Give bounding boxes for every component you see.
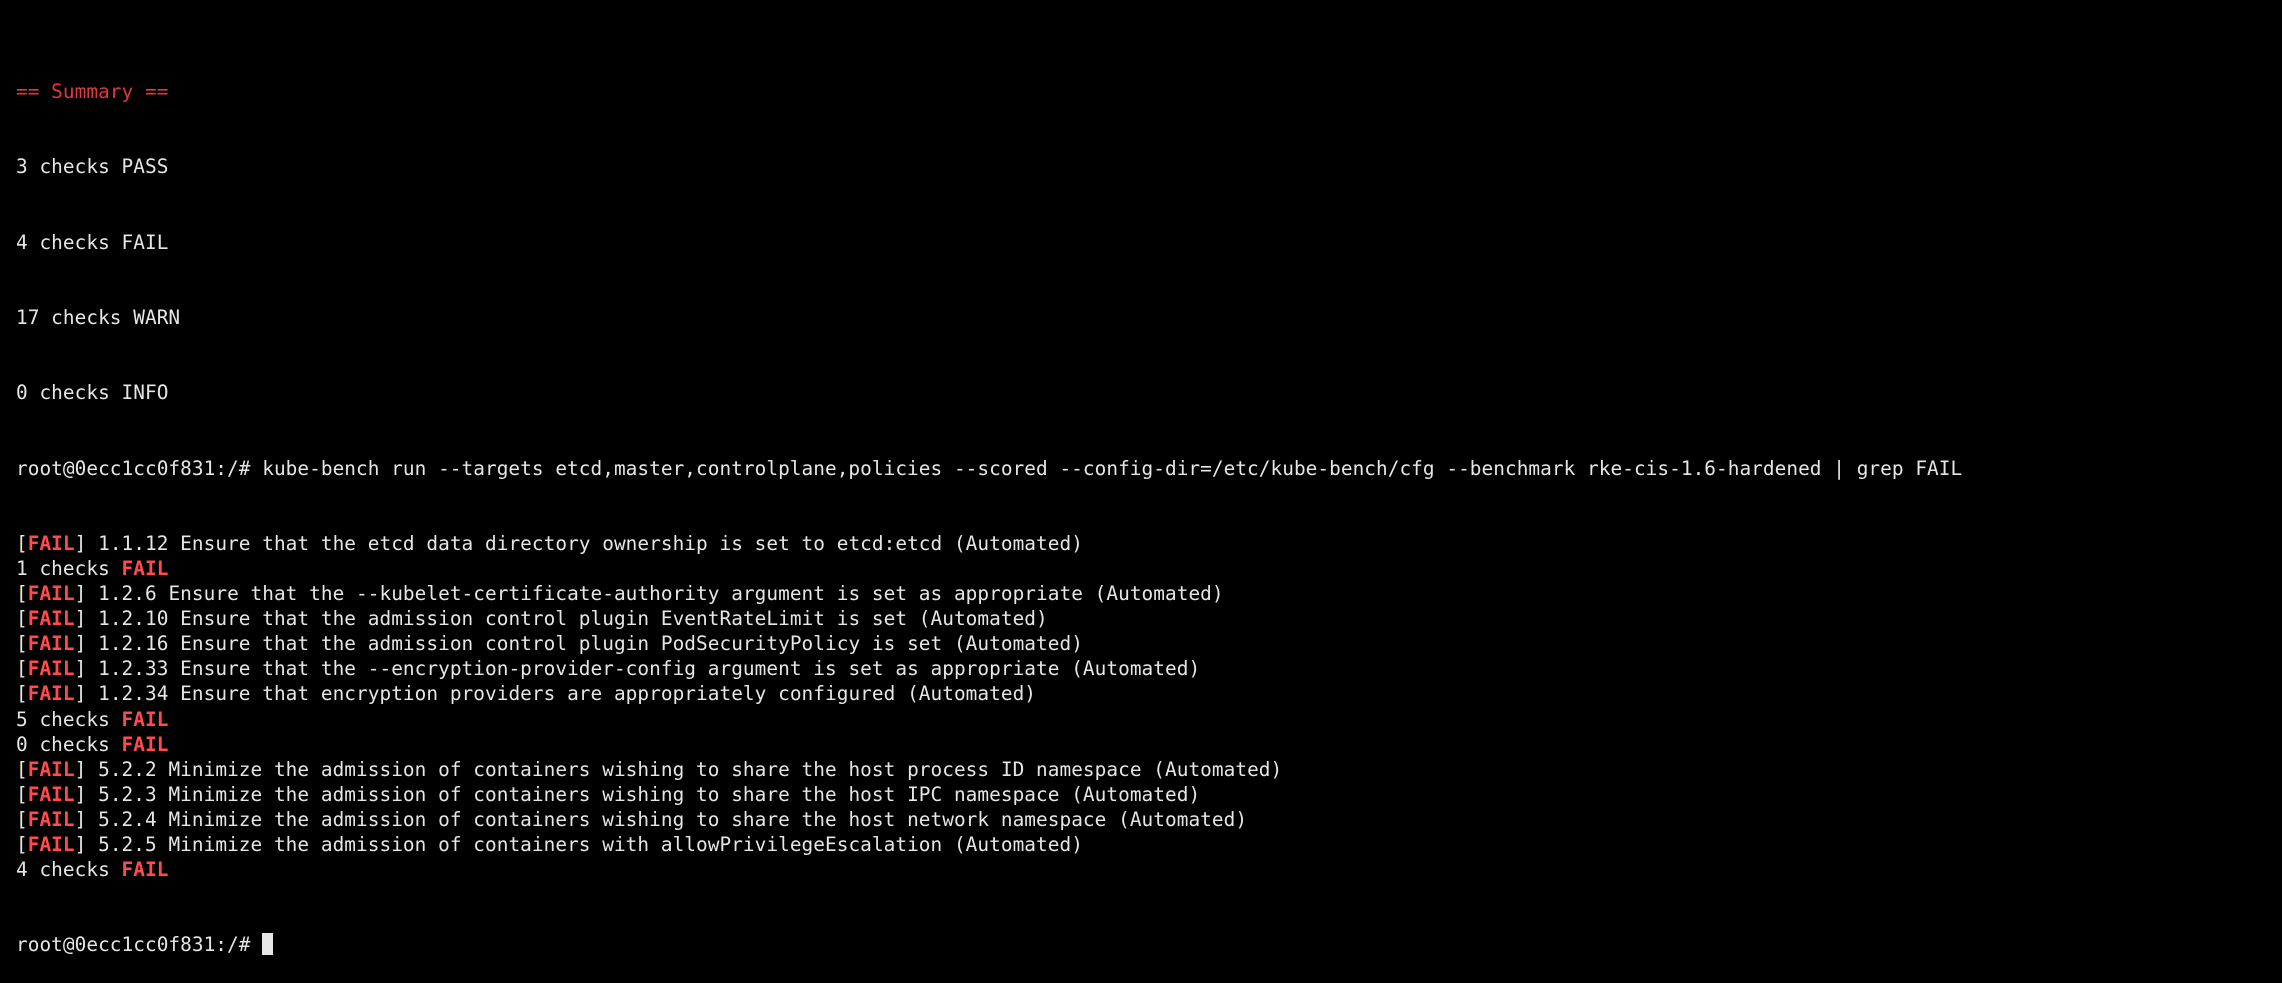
bracket-open: [ xyxy=(16,632,28,656)
active-prompt-line[interactable]: root@0ecc1cc0f831:/# xyxy=(16,932,2266,957)
grep-output: [FAIL] 1.1.12 Ensure that the etcd data … xyxy=(16,531,2266,882)
bracket-open: [ xyxy=(16,757,28,781)
fail-count-line: 4 checks FAIL xyxy=(16,857,2266,882)
fail-result-text: 1.2.6 Ensure that the --kubelet-certific… xyxy=(86,582,1224,606)
bracket-close: ] xyxy=(74,657,87,681)
fail-tag: FAIL xyxy=(27,582,75,606)
fail-count-text: 5 checks xyxy=(16,707,122,731)
fail-tag: FAIL xyxy=(27,682,75,706)
fail-count-text: 4 checks xyxy=(16,858,122,882)
bracket-open: [ xyxy=(16,582,28,606)
cursor-block xyxy=(262,933,274,956)
fail-result-line: [FAIL] 1.2.16 Ensure that the admission … xyxy=(16,631,2266,656)
summary-info-line: 0 checks INFO xyxy=(16,381,169,405)
fail-tag: FAIL xyxy=(27,833,75,856)
terminal-output[interactable]: == Summary == 3 checks PASS 4 checks FAI… xyxy=(16,29,2266,983)
fail-count-line: 0 checks FAIL xyxy=(16,732,2266,757)
bracket-close: ] xyxy=(74,607,87,631)
fail-result-line: [FAIL] 1.2.34 Ensure that encryption pro… xyxy=(16,681,2266,706)
fail-result-text: 5.2.3 Minimize the admission of containe… xyxy=(86,782,1201,806)
fail-tag: FAIL xyxy=(121,556,169,580)
fail-tag: FAIL xyxy=(121,707,169,731)
bracket-open: [ xyxy=(16,682,28,706)
shell-prompt: root@0ecc1cc0f831:/# xyxy=(16,933,251,957)
fail-tag: FAIL xyxy=(121,858,169,882)
fail-result-line: [FAIL] 1.2.33 Ensure that the --encrypti… xyxy=(16,656,2266,681)
fail-tag: FAIL xyxy=(27,757,75,781)
command-line: root@0ecc1cc0f831:/# kube-bench run --ta… xyxy=(16,456,2266,481)
fail-tag: FAIL xyxy=(27,782,75,806)
bracket-close: ] xyxy=(74,682,87,706)
fail-count-text: 1 checks xyxy=(16,556,122,580)
fail-tag: FAIL xyxy=(27,607,75,631)
fail-result-text: 1.2.34 Ensure that encryption providers … xyxy=(86,682,1037,706)
bracket-close: ] xyxy=(74,807,87,831)
bracket-close: ] xyxy=(74,632,87,656)
fail-result-line: [FAIL] 1.2.6 Ensure that the --kubelet-c… xyxy=(16,581,2266,606)
summary-warn-line: 17 checks WARN xyxy=(16,306,181,330)
bracket-open: [ xyxy=(16,607,28,631)
bracket-close: ] xyxy=(74,531,87,555)
fail-tag: FAIL xyxy=(27,657,75,681)
summary-header: == Summary == xyxy=(16,80,169,104)
fail-result-line: [FAIL] 1.2.10 Ensure that the admission … xyxy=(16,606,2266,631)
command-text: kube-bench run --targets etcd,master,con… xyxy=(262,456,1963,480)
fail-result-line: [FAIL] 5.2.3 Minimize the admission of c… xyxy=(16,782,2266,807)
fail-tag: FAIL xyxy=(27,632,75,656)
fail-result-line: [FAIL] 1.1.12 Ensure that the etcd data … xyxy=(16,531,2266,556)
fail-tag: FAIL xyxy=(27,807,75,831)
bracket-open: [ xyxy=(16,657,28,681)
fail-count-line: 5 checks FAIL xyxy=(16,707,2266,732)
bracket-open: [ xyxy=(16,782,28,806)
bracket-close: ] xyxy=(74,582,87,606)
bracket-close: ] xyxy=(74,757,87,781)
bracket-open: [ xyxy=(16,833,28,856)
shell-prompt: root@0ecc1cc0f831:/# xyxy=(16,456,251,480)
fail-result-text: 5.2.5 Minimize the admission of containe… xyxy=(86,833,1083,856)
fail-result-text: 5.2.2 Minimize the admission of containe… xyxy=(86,757,1283,781)
fail-result-text: 1.2.10 Ensure that the admission control… xyxy=(86,607,1048,631)
bracket-open: [ xyxy=(16,531,28,555)
fail-result-line: [FAIL] 5.2.4 Minimize the admission of c… xyxy=(16,807,2266,832)
fail-result-text: 5.2.4 Minimize the admission of containe… xyxy=(86,807,1248,831)
fail-result-text: 1.2.33 Ensure that the --encryption-prov… xyxy=(86,657,1201,681)
fail-result-text: 1.2.16 Ensure that the admission control… xyxy=(86,632,1083,656)
fail-result-line: [FAIL] 5.2.2 Minimize the admission of c… xyxy=(16,757,2266,782)
fail-tag: FAIL xyxy=(121,732,169,756)
fail-result-text: 1.1.12 Ensure that the etcd data directo… xyxy=(86,531,1083,555)
bracket-close: ] xyxy=(74,833,87,856)
fail-tag: FAIL xyxy=(27,531,75,555)
summary-pass-line: 3 checks PASS xyxy=(16,155,169,179)
summary-fail-line: 4 checks FAIL xyxy=(16,230,169,254)
bracket-open: [ xyxy=(16,807,28,831)
fail-result-line: [FAIL] 5.2.5 Minimize the admission of c… xyxy=(16,832,2266,857)
bracket-close: ] xyxy=(74,782,87,806)
fail-count-text: 0 checks xyxy=(16,732,122,756)
